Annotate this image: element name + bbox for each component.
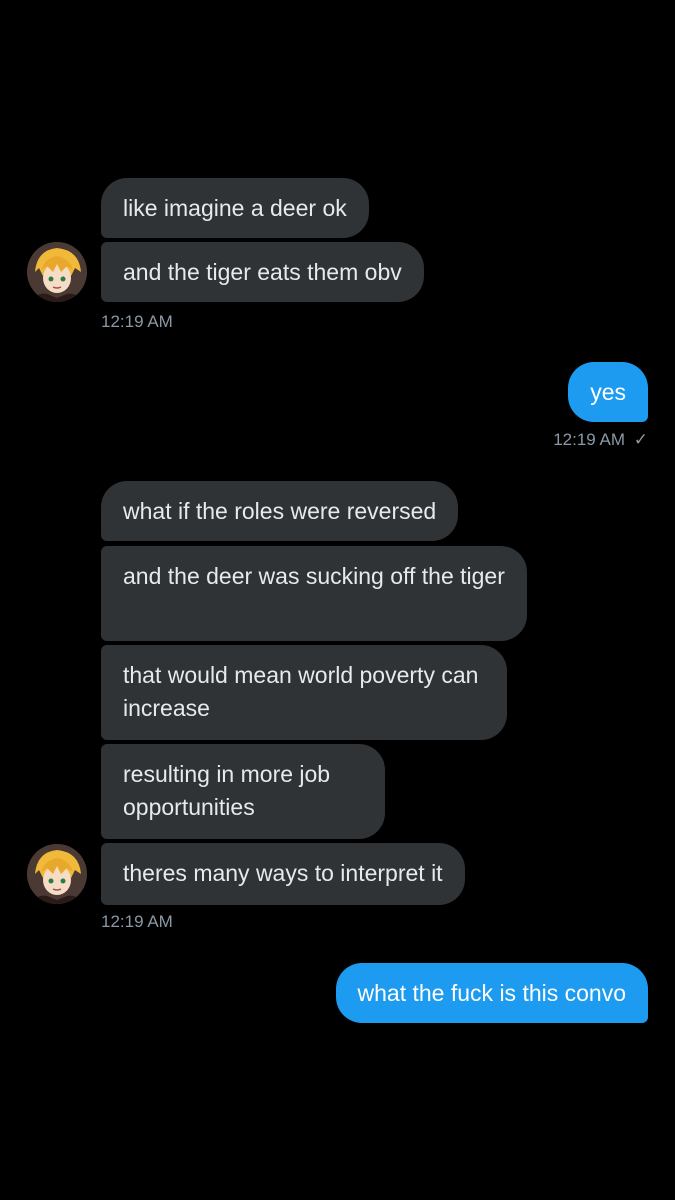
avatar-image xyxy=(27,242,87,302)
message-text: that would mean world poverty can increa… xyxy=(123,662,479,721)
message-text: and the tiger eats them obv xyxy=(123,259,402,285)
avatar[interactable] xyxy=(27,242,87,302)
message-text: like imagine a deer ok xyxy=(123,195,347,221)
message-bubble-incoming[interactable]: what if the roles were reversed xyxy=(101,481,459,541)
message-text: what if the roles were reversed xyxy=(123,498,437,524)
check-icon: ✓ xyxy=(633,430,648,449)
message-bubble-outgoing[interactable]: yes xyxy=(568,362,648,422)
message-bubble-incoming[interactable]: theres many ways to interpret it xyxy=(101,843,465,905)
message-bubble-incoming[interactable]: and the tiger eats them obv xyxy=(101,242,424,302)
message-bubble-incoming[interactable]: resulting in more job opportunities xyxy=(101,744,385,839)
message-text: resulting in more job opportunities xyxy=(123,761,331,820)
timestamp: 12:19 AM xyxy=(101,912,173,931)
message-bubble-incoming[interactable]: and the deer was sucking off the tiger xyxy=(101,546,527,641)
message-bubble-outgoing[interactable]: what the fuck is this convo xyxy=(335,963,648,1023)
timestamp: 12:19 AM xyxy=(553,430,626,449)
timestamp: 12:19 AM xyxy=(101,312,173,331)
message-text: yes xyxy=(590,379,626,405)
message-bubble-incoming[interactable]: that would mean world poverty can increa… xyxy=(101,645,507,740)
message-text: what the fuck is this convo xyxy=(357,980,626,1006)
avatar-image xyxy=(27,844,87,904)
timestamp-row: 12:19 AM ✓ xyxy=(553,430,648,450)
avatar[interactable] xyxy=(27,844,87,904)
message-text: and the deer was sucking off the tiger xyxy=(123,563,505,589)
message-bubble-incoming[interactable]: like imagine a deer ok xyxy=(101,178,369,238)
message-text: theres many ways to interpret it xyxy=(123,860,443,886)
